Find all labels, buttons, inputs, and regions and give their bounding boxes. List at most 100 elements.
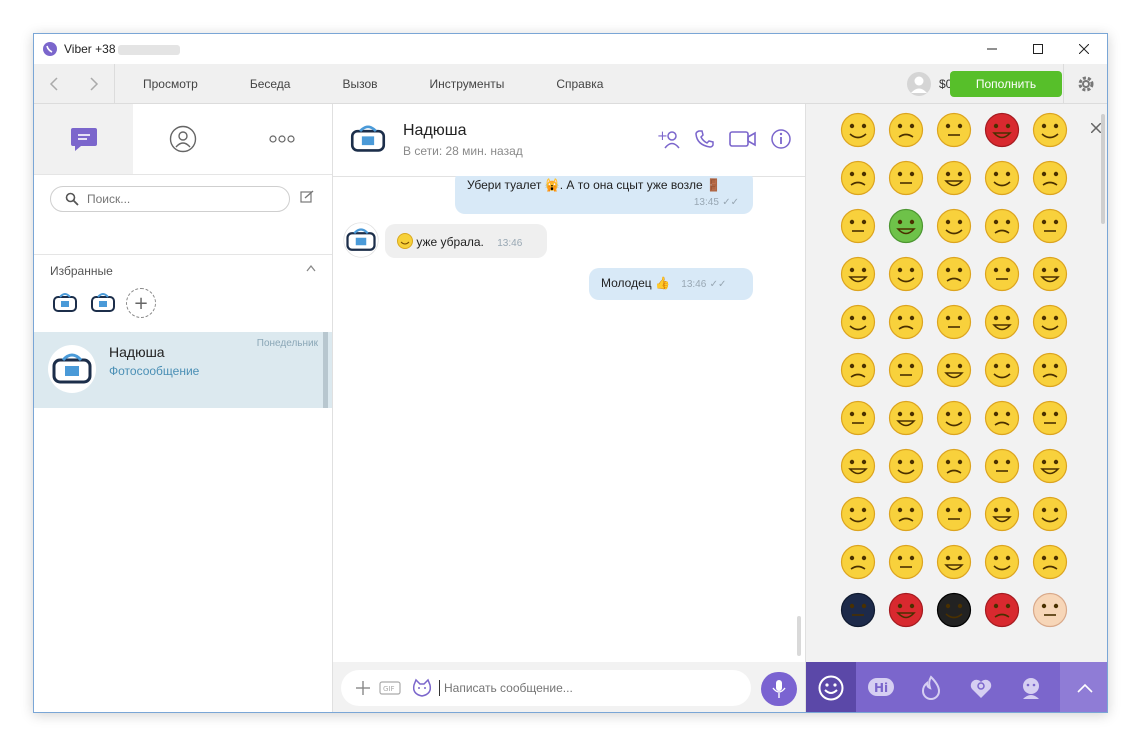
emoji-item[interactable] [1032, 592, 1068, 628]
emoji-item[interactable] [840, 304, 876, 340]
emoji-item[interactable] [984, 352, 1020, 388]
search-box[interactable] [50, 186, 290, 212]
menu-help[interactable]: Справка [556, 77, 603, 91]
add-participant-icon[interactable]: + [657, 128, 681, 150]
gif-icon[interactable]: GIF [379, 680, 403, 696]
emoji-item[interactable] [936, 544, 972, 580]
emoji-scrollbar[interactable] [1101, 114, 1105, 224]
plus-icon[interactable] [355, 680, 371, 696]
emoji-item[interactable] [1032, 112, 1068, 148]
emoji-item[interactable] [1032, 496, 1068, 532]
chevron-up-icon[interactable] [306, 264, 316, 272]
emoji-item[interactable] [1032, 160, 1068, 196]
emoji-item[interactable] [936, 160, 972, 196]
emoji-item[interactable] [888, 592, 924, 628]
minimize-button[interactable] [969, 34, 1015, 64]
emoji-item[interactable] [936, 352, 972, 388]
emoji-item[interactable] [888, 352, 924, 388]
emoji-item[interactable] [840, 496, 876, 532]
emoji-item[interactable] [888, 304, 924, 340]
tab-greetings[interactable]: Hi [856, 662, 906, 712]
search-input[interactable] [85, 191, 279, 207]
emoji-item[interactable] [840, 352, 876, 388]
tab-love[interactable] [956, 662, 1006, 712]
emoji-item[interactable] [984, 592, 1020, 628]
tab-smileys[interactable] [806, 662, 856, 712]
emoji-item[interactable] [1032, 400, 1068, 436]
emoji-item[interactable] [1032, 448, 1068, 484]
emoji-item[interactable] [936, 400, 972, 436]
emoji-item[interactable] [984, 400, 1020, 436]
message-scrollbar[interactable] [797, 616, 801, 656]
emoji-item[interactable] [888, 448, 924, 484]
tab-chats[interactable] [34, 104, 134, 174]
forward-button[interactable] [74, 64, 114, 104]
menu-tools[interactable]: Инструменты [430, 77, 505, 91]
emoji-item[interactable] [984, 448, 1020, 484]
composer-box[interactable]: GIF [341, 670, 751, 706]
emoji-item[interactable] [984, 208, 1020, 244]
emoji-item[interactable] [984, 544, 1020, 580]
menu-call[interactable]: Вызов [342, 77, 377, 91]
message-bubble-outgoing[interactable]: Молодец 👍 13:46 ✓✓ [589, 268, 753, 300]
info-icon[interactable] [771, 129, 791, 149]
favorite-contact-avatar[interactable] [88, 288, 118, 318]
video-call-icon[interactable] [729, 130, 757, 148]
emoji-item[interactable] [888, 160, 924, 196]
emoji-item[interactable] [888, 208, 924, 244]
chat-list-item[interactable]: Надюша Фотосообщение Понедельник [34, 332, 332, 408]
add-favorite-button[interactable]: + [126, 288, 156, 318]
emoji-item[interactable] [984, 256, 1020, 292]
expand-emoji-button[interactable] [1060, 662, 1107, 712]
emoji-item[interactable] [888, 400, 924, 436]
emoji-item[interactable] [888, 544, 924, 580]
emoji-item[interactable] [888, 496, 924, 532]
emoji-item[interactable] [1032, 208, 1068, 244]
emoji-item[interactable] [840, 400, 876, 436]
chat-list-scrollbar[interactable] [323, 332, 328, 408]
menu-view[interactable]: Просмотр [143, 77, 198, 91]
close-window-button[interactable] [1061, 34, 1107, 64]
emoji-item[interactable] [936, 592, 972, 628]
tab-creatures[interactable] [1006, 662, 1056, 712]
emoji-item[interactable] [1032, 352, 1068, 388]
tab-more[interactable] [233, 104, 332, 174]
emoji-item[interactable] [1032, 544, 1068, 580]
emoji-item[interactable] [936, 256, 972, 292]
message-bubble-incoming[interactable]: уже убрала. 13:46 [385, 224, 547, 258]
emoji-item[interactable] [936, 496, 972, 532]
emoji-item[interactable] [984, 112, 1020, 148]
emoji-item[interactable] [840, 256, 876, 292]
close-emoji-panel-button[interactable] [1090, 118, 1102, 137]
emoji-item[interactable] [840, 448, 876, 484]
tab-contacts[interactable] [133, 104, 232, 174]
emoji-item[interactable] [936, 304, 972, 340]
emoji-item[interactable] [840, 208, 876, 244]
back-button[interactable] [34, 64, 74, 104]
emoji-item[interactable] [840, 112, 876, 148]
emoji-item[interactable] [936, 208, 972, 244]
emoji-item[interactable] [984, 160, 1020, 196]
emoji-item[interactable] [888, 112, 924, 148]
emoji-item[interactable] [840, 592, 876, 628]
contact-avatar[interactable] [343, 222, 379, 258]
emoji-item[interactable] [840, 544, 876, 580]
message-input[interactable] [439, 680, 736, 696]
emoji-item[interactable] [936, 448, 972, 484]
favorite-contact-avatar[interactable] [50, 288, 80, 318]
compose-icon[interactable] [300, 190, 314, 204]
emoji-item[interactable] [888, 256, 924, 292]
voice-message-button[interactable] [761, 672, 797, 706]
sticker-icon[interactable] [411, 678, 433, 698]
maximize-button[interactable] [1015, 34, 1061, 64]
settings-button[interactable] [1063, 64, 1107, 104]
menu-conversation[interactable]: Беседа [250, 77, 291, 91]
emoji-item[interactable] [1032, 256, 1068, 292]
tab-fire[interactable] [906, 662, 956, 712]
emoji-item[interactable] [984, 496, 1020, 532]
topup-button[interactable]: Пополнить [950, 71, 1062, 97]
contact-avatar[interactable] [347, 118, 389, 160]
message-bubble-outgoing[interactable]: Убери туалет 🙀. А то она сцыт уже возле … [455, 176, 753, 214]
emoji-item[interactable] [1032, 304, 1068, 340]
emoji-item[interactable] [840, 160, 876, 196]
